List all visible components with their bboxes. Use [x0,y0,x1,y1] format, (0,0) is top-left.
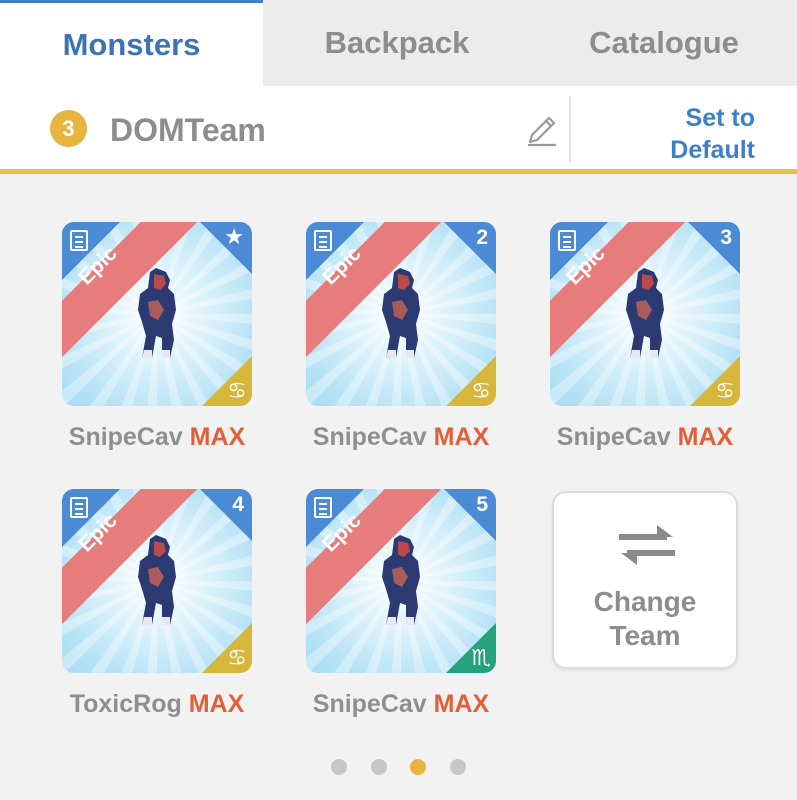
monster-name: SnipeCav [312,690,427,718]
slot-number: 3 [720,226,732,249]
document-icon[interactable] [70,497,88,518]
document-icon[interactable] [314,230,332,251]
monster-card-4[interactable]: Epic 4 ♋ [62,489,252,673]
page-dot-3[interactable] [410,759,426,775]
slot-corner [200,489,252,541]
scorpio-icon: ♏ [471,646,491,671]
set-default-line2: Default [670,136,755,164]
page-dot-4[interactable] [450,759,466,775]
change-team-line1: Change [593,586,697,617]
monster-card-1[interactable]: Epic ★ ♋ [62,222,252,406]
tab-bar: Monsters Backpack Catalogue [0,0,797,86]
tab-catalogue[interactable]: Catalogue [531,0,797,86]
monster-level: MAX [433,423,490,451]
monster-name-label: SnipeCav MAX [306,423,496,452]
monster-name: ToxicRog [69,690,182,718]
monster-name: SnipeCav [312,423,427,451]
slot-number: 4 [232,493,244,516]
monster-level: MAX [677,423,734,451]
cancer-icon: ♋ [471,379,491,404]
slot-corner [688,222,740,274]
team-name: DOMTeam [110,112,266,148]
page-dot-1[interactable] [331,759,347,775]
page-dot-2[interactable] [371,759,387,775]
pencil-icon[interactable] [524,112,560,148]
monster-name-label: SnipeCav MAX [550,423,740,452]
monster-name-label: SnipeCav MAX [62,423,252,452]
change-team-label: Change Team [554,585,736,653]
slot-corner [444,489,496,541]
monster-level: MAX [189,423,246,451]
team-bar-divider [569,96,571,162]
slot-number: 2 [476,226,488,249]
document-icon[interactable] [314,497,332,518]
change-team-button[interactable]: Change Team [552,491,738,669]
monster-name: SnipeCav [556,423,671,451]
cancer-icon: ♋ [227,379,247,404]
monster-card-5[interactable]: Epic 5 ♏ [306,489,496,673]
star-icon: ★ [224,224,244,249]
monster-name: SnipeCav [68,423,183,451]
monster-level: MAX [188,690,245,718]
slot-number: 5 [476,493,488,516]
set-to-default-button[interactable]: Set to Default [610,102,755,166]
team-bar: 3 DOMTeam Set to Default [0,86,797,174]
swap-arrows-icon [619,525,675,565]
tab-monsters[interactable]: Monsters [0,0,263,86]
monster-card-2[interactable]: Epic 2 ♋ [306,222,496,406]
set-default-line1: Set to [685,104,755,132]
tab-backpack[interactable]: Backpack [263,0,531,86]
slot-corner [444,222,496,274]
document-icon[interactable] [70,230,88,251]
monster-name-label: ToxicRog MAX [62,690,252,719]
document-icon[interactable] [558,230,576,251]
monster-name-label: SnipeCav MAX [306,690,496,719]
monster-level: MAX [433,690,490,718]
team-number-badge: 3 [50,110,87,147]
cancer-icon: ♋ [227,646,247,671]
cancer-icon: ♋ [715,379,735,404]
change-team-line2: Team [609,620,681,651]
monster-card-3[interactable]: Epic 3 ♋ [550,222,740,406]
